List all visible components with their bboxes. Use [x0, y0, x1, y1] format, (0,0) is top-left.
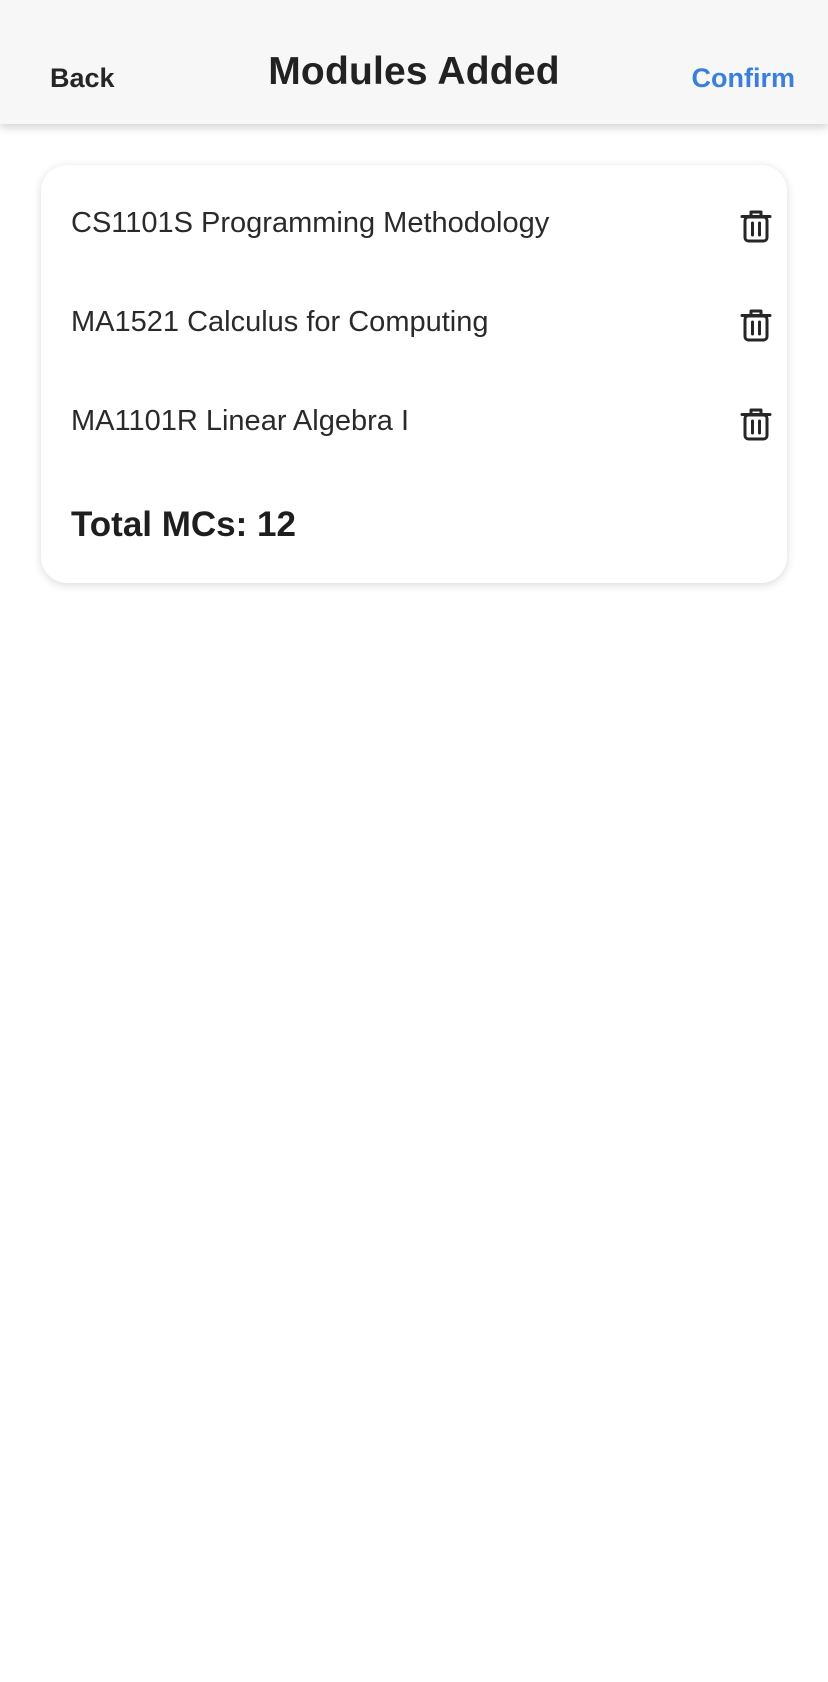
- total-mcs: Total MCs: 12: [71, 505, 296, 544]
- top-nav-bar: Back Modules Added Confirm: [0, 0, 828, 124]
- module-row: MA1521 Calculus for Computing: [71, 294, 772, 354]
- module-row: MA1101R Linear Algebra I: [71, 393, 772, 453]
- trash-icon[interactable]: [740, 308, 772, 342]
- trash-icon[interactable]: [740, 407, 772, 441]
- modules-card: CS1101S Programming Methodology MA1521 C…: [41, 165, 787, 583]
- module-name: CS1101S Programming Methodology: [71, 207, 550, 239]
- confirm-button[interactable]: Confirm: [692, 63, 796, 94]
- module-name: MA1521 Calculus for Computing: [71, 306, 489, 338]
- trash-icon[interactable]: [740, 209, 772, 243]
- module-name: MA1101R Linear Algebra I: [71, 405, 410, 437]
- module-row: CS1101S Programming Methodology: [71, 195, 772, 255]
